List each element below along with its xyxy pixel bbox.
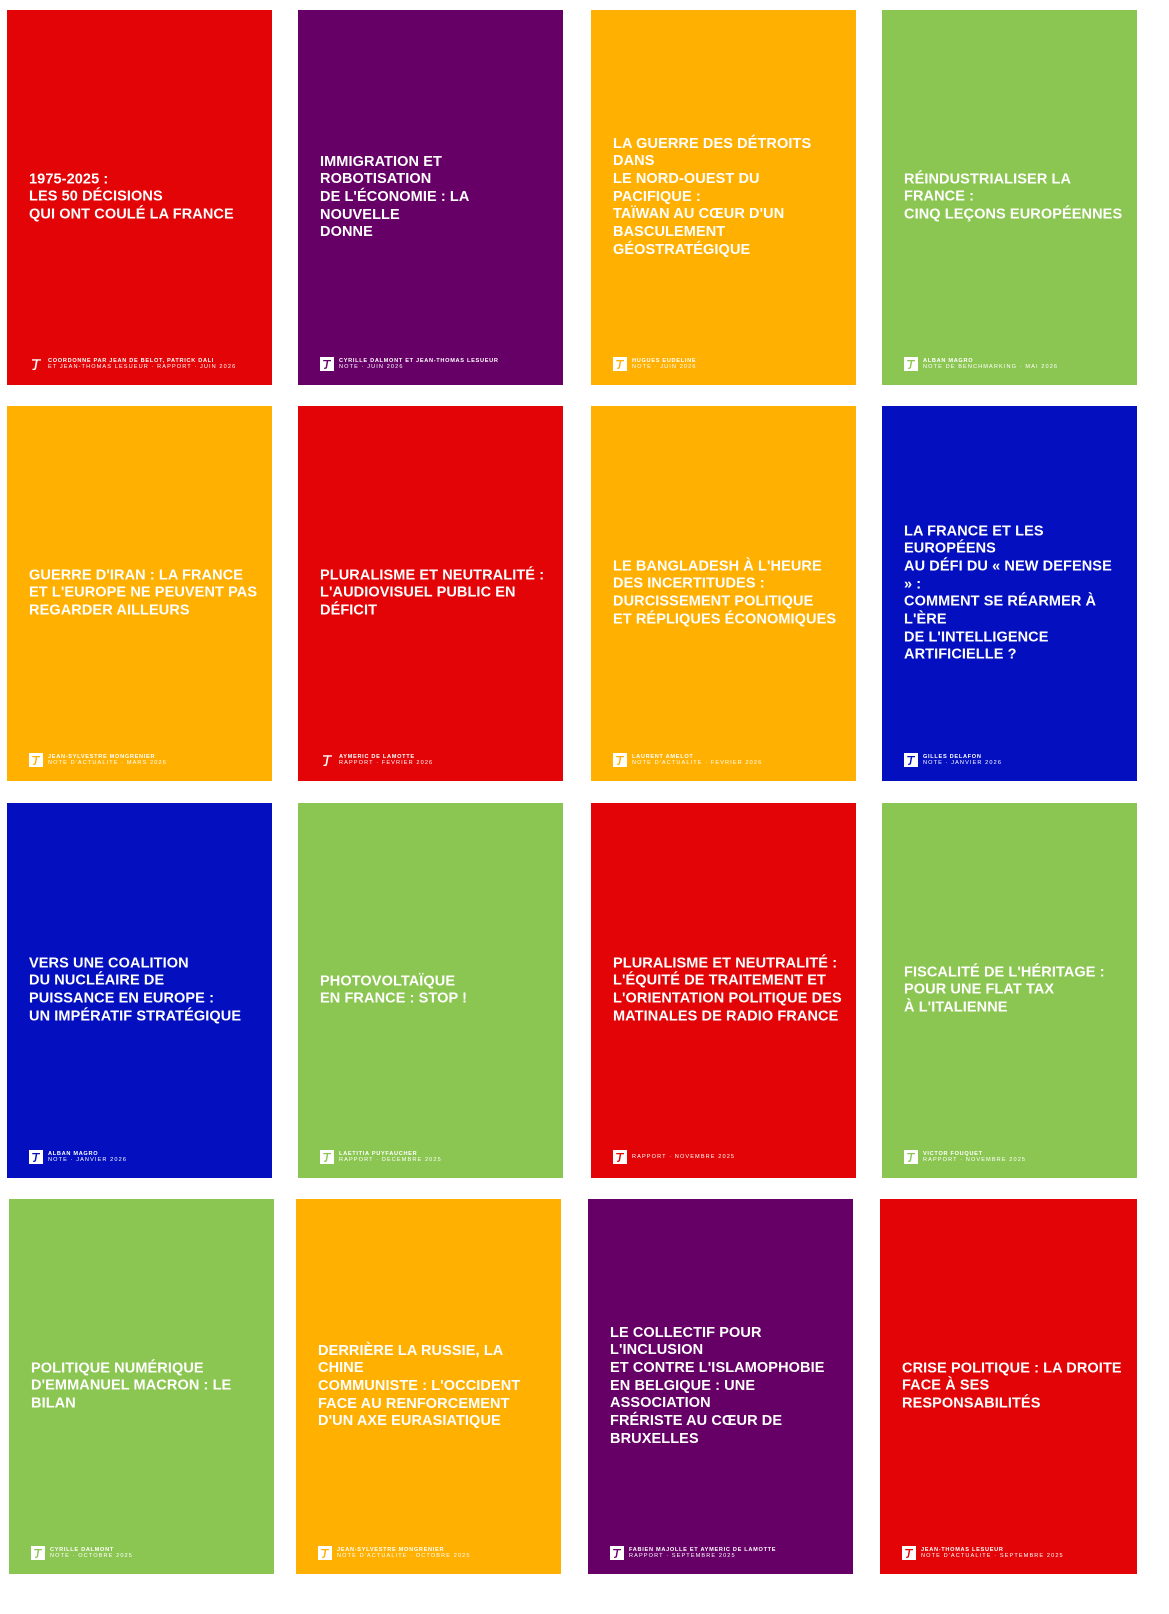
publication-byline: JEAN-THOMAS LESUEUR NOTE D'ACTUALITÉ · SE…: [921, 1547, 1064, 1560]
publication-meta: NOTE · JUIN 2026: [632, 364, 697, 370]
publication-title: PLURALISME ET NEUTRALITÉ : L'ÉQUITÉ DE T…: [613, 955, 842, 1025]
publication-card[interactable]: POLITIQUE NUMÉRIQUE D'EMMANUEL MACRON : …: [9, 1199, 274, 1574]
square-f-logo-icon: [610, 1546, 624, 1560]
square-f-logo-icon: [904, 1150, 918, 1164]
publication-card[interactable]: DERRIÈRE LA RUSSIE, LA CHINE COMMUNISTE …: [296, 1199, 561, 1574]
publication-footer: COORDONNÉ PAR JEAN DE BELOT, PATRICK DAL…: [29, 357, 262, 371]
publication-card[interactable]: LE COLLECTIF POUR L'INCLUSION ET CONTRE …: [588, 1199, 853, 1574]
publication-footer: FABIEN MAJOLLE ET AYMERIC DE LAMOTTE RAPP…: [610, 1546, 843, 1560]
square-f-logo-icon: [902, 1546, 916, 1560]
publication-meta: ET JEAN-THOMAS LESUEUR · RAPPORT · JUIN …: [48, 364, 237, 370]
publication-card[interactable]: PHOTOVOLTAÏQUE EN FRANCE : STOP ! LAETITI…: [298, 803, 563, 1178]
publication-byline: ALBAN MAGRO NOTE · JANVIER 2026: [48, 1151, 127, 1164]
publication-byline: COORDONNÉ PAR JEAN DE BELOT, PATRICK DAL…: [48, 358, 236, 371]
publication-byline: VICTOR FOUQUET RAPPORT · NOVEMBRE 2025: [923, 1151, 1026, 1164]
publication-byline: LAETITIA PUYFAUCHER RAPPORT · DÉCEMBRE 20…: [339, 1151, 442, 1164]
publication-meta: RAPPORT · SEPTEMBRE 2025: [629, 1553, 736, 1559]
square-f-logo-icon: [613, 1150, 627, 1164]
publication-meta: RAPPORT · DÉCEMBRE 2025: [339, 1157, 442, 1163]
publication-byline: RAPPORT · NOVEMBRE 2025: [632, 1154, 735, 1160]
publication-title: LE COLLECTIF POUR L'INCLUSION ET CONTRE …: [610, 1324, 825, 1447]
publication-title: PLURALISME ET NEUTRALITÉ : L'AUDIOVISUEL…: [320, 566, 545, 619]
publication-card[interactable]: PLURALISME ET NEUTRALITÉ : L'ÉQUITÉ DE T…: [591, 803, 856, 1178]
square-f-logo-icon: [904, 753, 918, 767]
publication-byline: HUGUES EUDELINE NOTE · JUIN 2026: [632, 358, 697, 371]
publication-card[interactable]: 1975-2025 : LES 50 DÉCISIONS QUI ONT COU…: [7, 10, 272, 385]
publication-meta: NOTE · JANVIER 2026: [48, 1157, 128, 1163]
publication-meta: NOTE · JANVIER 2026: [923, 760, 1003, 766]
publication-footer: ALBAN MAGRO NOTE DE BENCHMARKING · MAI 20…: [904, 357, 1127, 371]
publication-card[interactable]: RÉINDUSTRIALISER LA FRANCE : CINQ LEÇONS…: [882, 10, 1137, 385]
square-f-logo-icon: [904, 357, 918, 371]
publication-card[interactable]: IMMIGRATION ET ROBOTISATION DE L'ÉCONOMI…: [298, 10, 563, 385]
publication-card[interactable]: LA GUERRE DES DÉTROITS DANS LE NORD-OUES…: [591, 10, 856, 385]
publication-footer: JEAN-THOMAS LESUEUR NOTE D'ACTUALITÉ · SE…: [902, 1546, 1127, 1560]
publication-byline: JEAN-SYLVESTRE MONGRENIER NOTE D'ACTUALIT…: [337, 1547, 471, 1560]
publication-title: CRISE POLITIQUE : LA DROITE FACE À SES R…: [902, 1359, 1122, 1412]
publication-byline: FABIEN MAJOLLE ET AYMERIC DE LAMOTTE RAPP…: [629, 1547, 776, 1560]
publication-footer: LAURENT AMELOT NOTE D'ACTUALITÉ · FÉVRIER…: [613, 753, 846, 767]
square-f-logo-icon: [320, 357, 334, 371]
publication-meta: RAPPORT · NOVEMBRE 2025: [923, 1157, 1027, 1163]
publication-card[interactable]: LE BANGLADESH À L'HEURE DES INCERTITUDES…: [591, 406, 856, 781]
publication-title: DERRIÈRE LA RUSSIE, LA CHINE COMMUNISTE …: [318, 1342, 521, 1430]
publication-title: LA FRANCE ET LES EUROPÉENS AU DÉFI DU « …: [904, 522, 1112, 663]
publication-byline: ALBAN MAGRO NOTE DE BENCHMARKING · MAI 20…: [923, 358, 1058, 371]
publication-footer: CYRILLE DALMONT NOTE · OCTOBRE 2025: [31, 1546, 264, 1560]
publication-footer: VICTOR FOUQUET RAPPORT · NOVEMBRE 2025: [904, 1150, 1127, 1164]
publication-footer: AYMERIC DE LAMOTTE RAPPORT · FÉVRIER 2026: [320, 753, 553, 767]
publication-meta: RAPPORT · FÉVRIER 2026: [339, 760, 434, 766]
publication-title: LA GUERRE DES DÉTROITS DANS LE NORD-OUES…: [613, 135, 812, 258]
publication-meta: NOTE D'ACTUALITÉ · SEPTEMBRE 2025: [921, 1553, 1064, 1559]
publication-meta: RAPPORT · NOVEMBRE 2025: [632, 1153, 736, 1160]
publication-title: POLITIQUE NUMÉRIQUE D'EMMANUEL MACRON : …: [31, 1359, 232, 1412]
square-f-logo-icon: [613, 357, 627, 371]
publication-byline: JEAN-SYLVESTRE MONGRENIER NOTE D'ACTUALIT…: [48, 754, 167, 767]
publication-meta: NOTE D'ACTUALITÉ · OCTOBRE 2025: [337, 1553, 471, 1559]
publication-footer: GILLES DELAFON NOTE · JANVIER 2026: [904, 753, 1127, 767]
publication-meta: NOTE · OCTOBRE 2025: [50, 1553, 133, 1559]
publications-grid: 1975-2025 : LES 50 DÉCISIONS QUI ONT COU…: [0, 0, 1169, 1614]
publication-footer: ALBAN MAGRO NOTE · JANVIER 2026: [29, 1150, 262, 1164]
publication-meta: NOTE · JUIN 2026: [339, 364, 404, 370]
publication-title: VERS UNE COALITION DU NUCLÉAIRE DE PUISS…: [29, 955, 242, 1025]
italic-f-logo-icon: [29, 357, 43, 371]
publication-card[interactable]: LA FRANCE ET LES EUROPÉENS AU DÉFI DU « …: [882, 406, 1137, 781]
square-f-logo-icon: [320, 1150, 334, 1164]
square-f-logo-icon: [31, 1546, 45, 1560]
publication-footer: RAPPORT · NOVEMBRE 2025: [613, 1150, 846, 1164]
publication-card[interactable]: VERS UNE COALITION DU NUCLÉAIRE DE PUISS…: [7, 803, 272, 1178]
publication-footer: JEAN-SYLVESTRE MONGRENIER NOTE D'ACTUALIT…: [318, 1546, 551, 1560]
publication-card[interactable]: CRISE POLITIQUE : LA DROITE FACE À SES R…: [880, 1199, 1137, 1574]
publication-footer: CYRILLE DALMONT ET JEAN-THOMAS LESUEUR NO…: [320, 357, 553, 371]
publication-meta: NOTE DE BENCHMARKING · MAI 2026: [923, 364, 1059, 370]
publication-title: LE BANGLADESH À L'HEURE DES INCERTITUDES…: [613, 558, 837, 628]
publication-title: IMMIGRATION ET ROBOTISATION DE L'ÉCONOMI…: [320, 153, 469, 241]
publication-card[interactable]: GUERRE D'IRAN : LA FRANCE ET L'EUROPE NE…: [7, 406, 272, 781]
publication-title: RÉINDUSTRIALISER LA FRANCE : CINQ LEÇONS…: [904, 170, 1123, 223]
square-f-logo-icon: [29, 753, 43, 767]
italic-f-logo-icon: [320, 753, 334, 767]
publication-meta: NOTE D'ACTUALITÉ · FÉVRIER 2026: [632, 760, 763, 766]
publication-title: PHOTOVOLTAÏQUE EN FRANCE : STOP !: [320, 972, 468, 1007]
publication-byline: CYRILLE DALMONT NOTE · OCTOBRE 2025: [50, 1547, 133, 1560]
publication-footer: LAETITIA PUYFAUCHER RAPPORT · DÉCEMBRE 20…: [320, 1150, 553, 1164]
publication-byline: CYRILLE DALMONT ET JEAN-THOMAS LESUEUR NO…: [339, 358, 499, 371]
publication-card[interactable]: FISCALITÉ DE L'HÉRITAGE : POUR UNE FLAT …: [882, 803, 1137, 1178]
publication-title: FISCALITÉ DE L'HÉRITAGE : POUR UNE FLAT …: [904, 963, 1105, 1016]
publication-meta: NOTE D'ACTUALITÉ · MARS 2026: [48, 760, 167, 766]
publication-byline: AYMERIC DE LAMOTTE RAPPORT · FÉVRIER 2026: [339, 754, 433, 767]
publication-title: GUERRE D'IRAN : LA FRANCE ET L'EUROPE NE…: [29, 566, 258, 619]
publication-title: 1975-2025 : LES 50 DÉCISIONS QUI ONT COU…: [29, 170, 234, 223]
publication-footer: HUGUES EUDELINE NOTE · JUIN 2026: [613, 357, 846, 371]
square-f-logo-icon: [318, 1546, 332, 1560]
square-f-logo-icon: [29, 1150, 43, 1164]
publication-byline: LAURENT AMELOT NOTE D'ACTUALITÉ · FÉVRIER…: [632, 754, 762, 767]
publication-card[interactable]: PLURALISME ET NEUTRALITÉ : L'AUDIOVISUEL…: [298, 406, 563, 781]
publication-footer: JEAN-SYLVESTRE MONGRENIER NOTE D'ACTUALIT…: [29, 753, 262, 767]
square-f-logo-icon: [613, 753, 627, 767]
publication-byline: GILLES DELAFON NOTE · JANVIER 2026: [923, 754, 1002, 767]
